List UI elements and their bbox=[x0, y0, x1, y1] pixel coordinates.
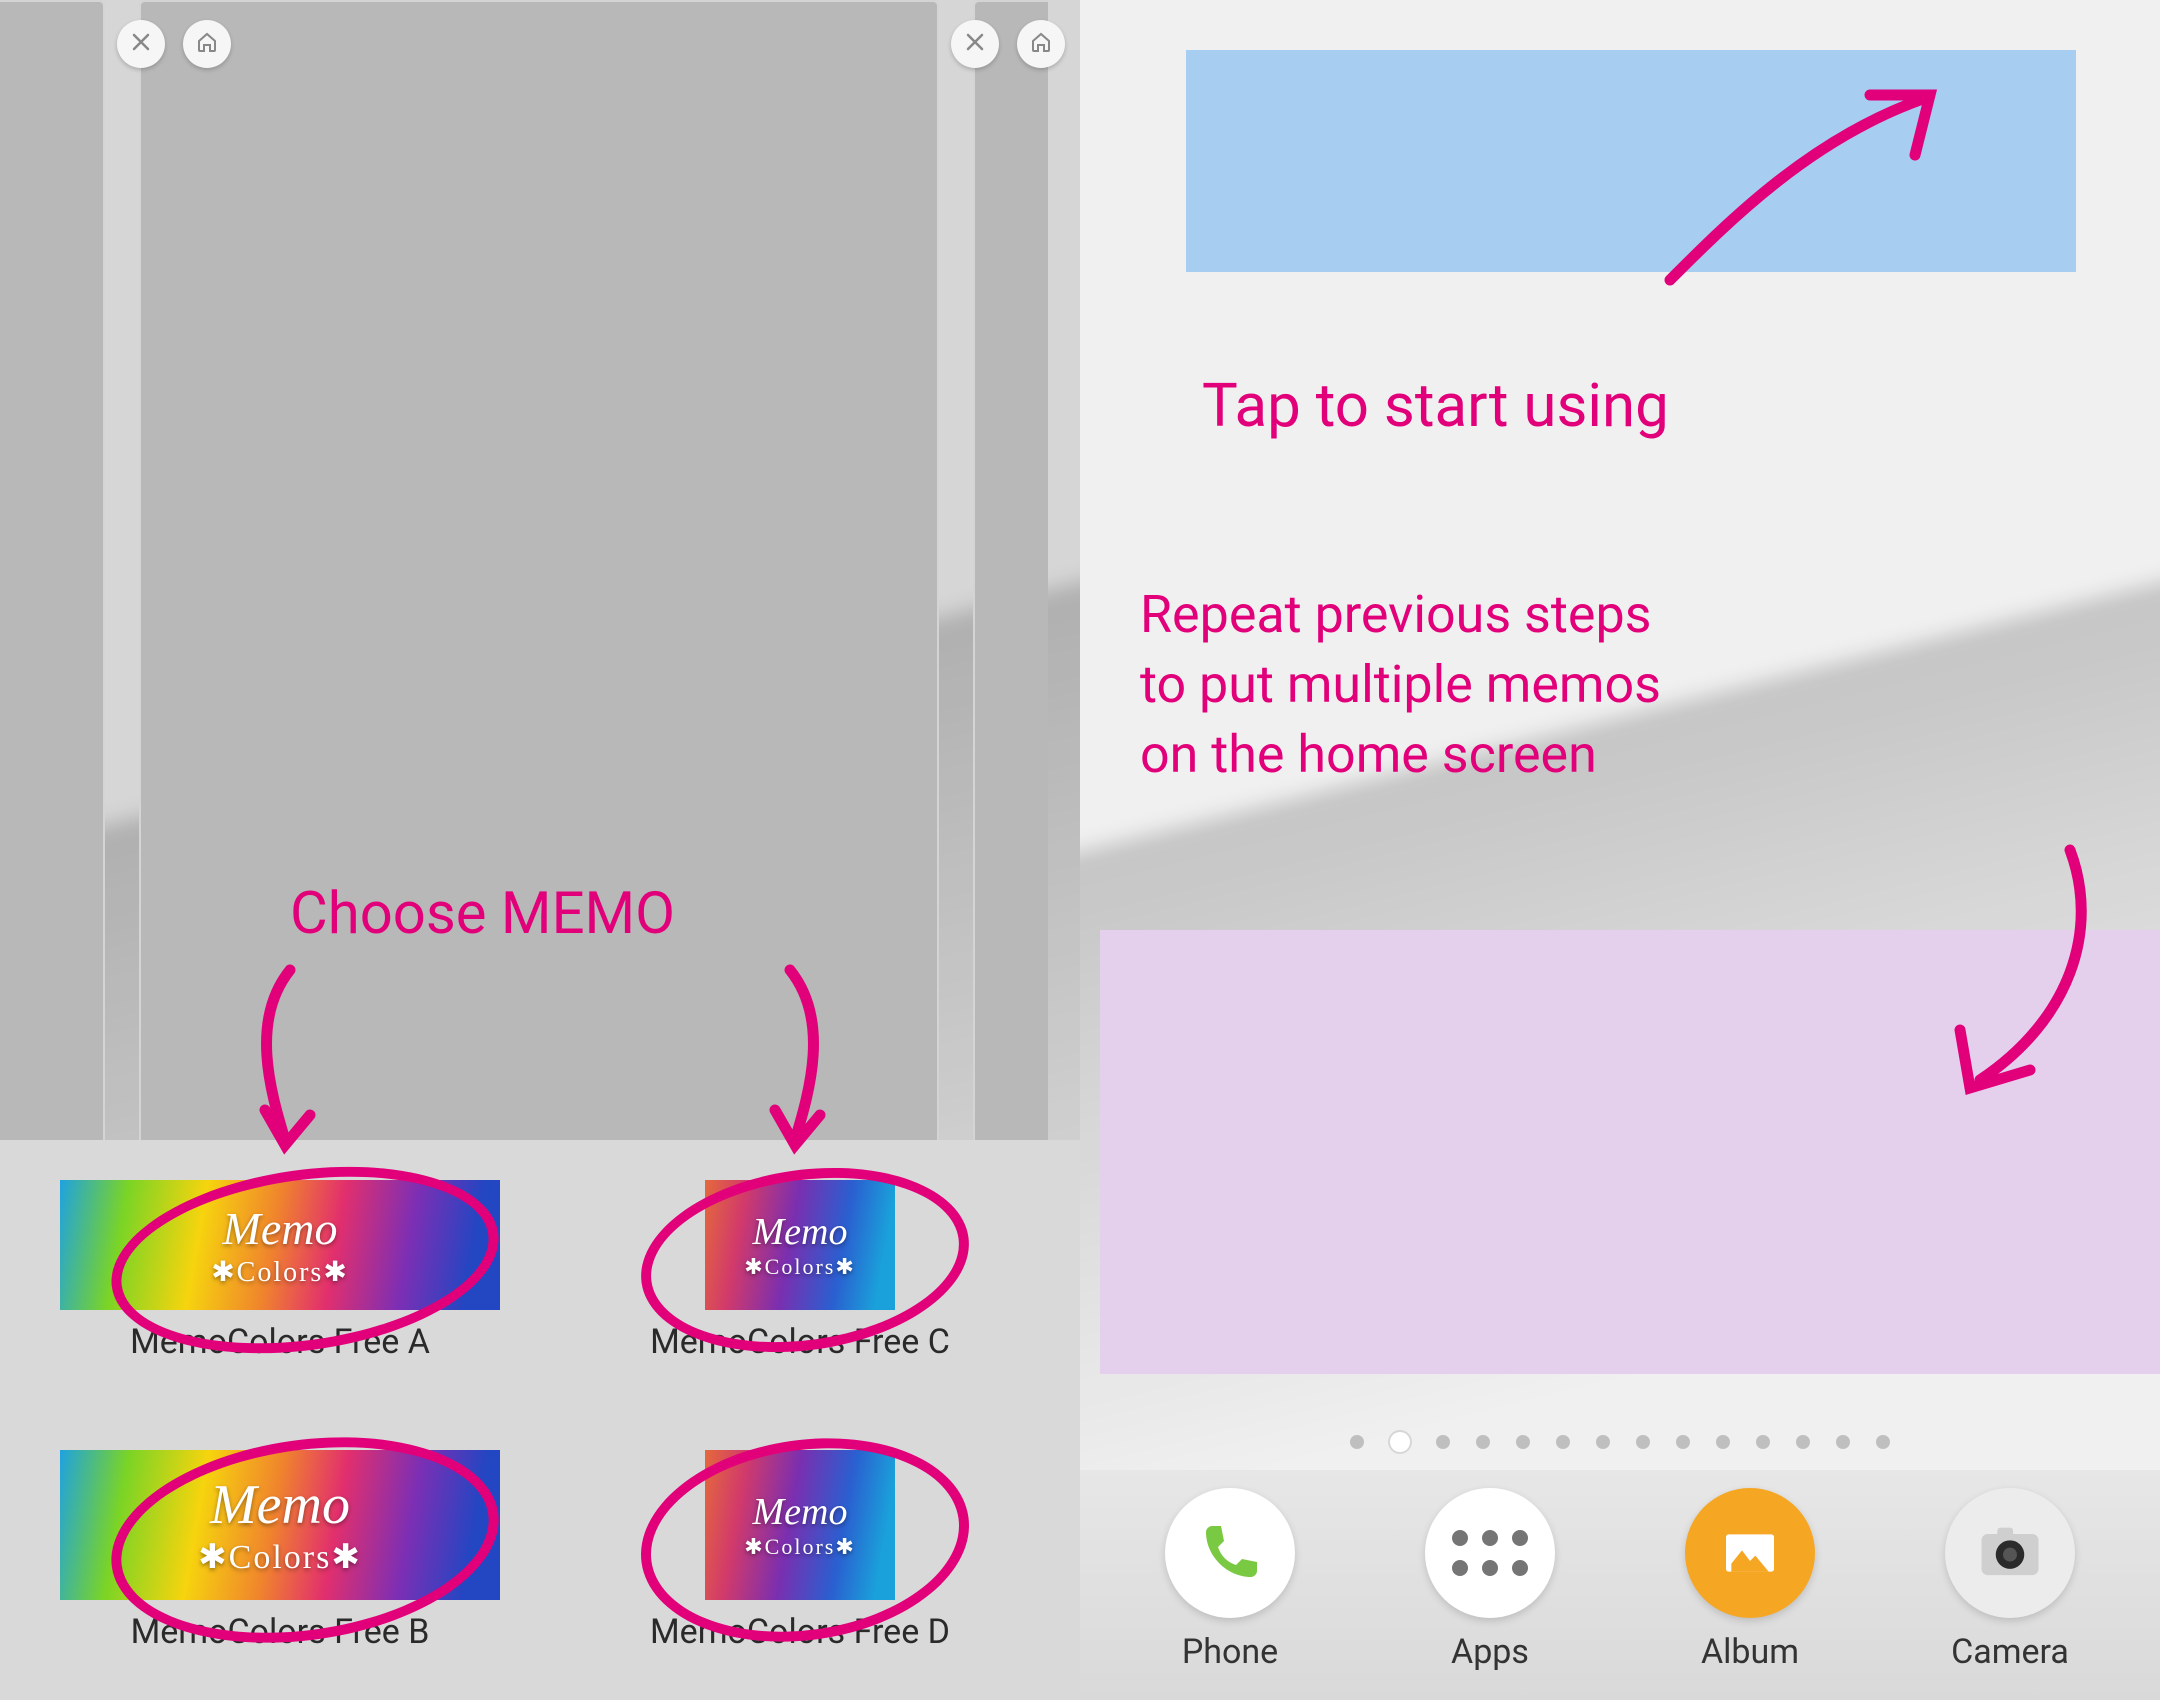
page-dot[interactable] bbox=[1876, 1435, 1890, 1449]
widget-label: MemoColors Free C bbox=[650, 1322, 950, 1362]
set-default-page-button[interactable] bbox=[1017, 20, 1065, 68]
widget-option-a[interactable]: Memo ✱Colors✱ MemoColors Free A bbox=[30, 1180, 530, 1420]
widget-label: MemoColors Free B bbox=[131, 1612, 430, 1652]
home-icon bbox=[195, 30, 219, 58]
widget-picker-screen: Memo ✱Colors✱ MemoColors Free A Memo ✱Co… bbox=[0, 0, 1080, 1700]
dock-item-phone[interactable]: Phone bbox=[1165, 1488, 1295, 1672]
page-dot[interactable] bbox=[1836, 1435, 1850, 1449]
widget-preview: Memo ✱Colors✱ bbox=[705, 1450, 895, 1600]
widget-option-c[interactable]: Memo ✱Colors✱ MemoColors Free C bbox=[550, 1180, 1050, 1420]
memo-badge: Memo ✱Colors✱ bbox=[60, 1180, 500, 1310]
annotation-repeat: Repeat previous steps to put multiple me… bbox=[1140, 580, 1661, 791]
annotation-tap: Tap to start using bbox=[1202, 370, 1669, 441]
page-dot[interactable] bbox=[1516, 1435, 1530, 1449]
arrow-down-icon bbox=[730, 960, 850, 1160]
remove-page-button[interactable] bbox=[951, 20, 999, 68]
dock-label: Phone bbox=[1182, 1632, 1278, 1672]
memo-badge-line1: Memo bbox=[753, 1490, 848, 1534]
close-icon bbox=[129, 30, 153, 58]
memo-badge-line1: Memo bbox=[210, 1473, 350, 1537]
album-icon bbox=[1685, 1488, 1815, 1618]
memo-badge-line1: Memo bbox=[753, 1210, 848, 1254]
page-dot[interactable] bbox=[1556, 1435, 1570, 1449]
page-thumb-prev[interactable] bbox=[0, 0, 105, 1150]
page-dot[interactable] bbox=[1716, 1435, 1730, 1449]
widget-gallery: Memo ✱Colors✱ MemoColors Free A Memo ✱Co… bbox=[0, 1140, 1080, 1700]
widget-preview: Memo ✱Colors✱ bbox=[705, 1180, 895, 1310]
page-indicator[interactable] bbox=[1080, 1435, 2160, 1452]
memo-badge-line2: ✱Colors✱ bbox=[744, 1534, 856, 1560]
dock-label: Album bbox=[1701, 1632, 1799, 1672]
memo-badge-line2: ✱Colors✱ bbox=[744, 1254, 856, 1280]
widget-label: MemoColors Free D bbox=[650, 1612, 950, 1652]
widget-preview: Memo ✱Colors✱ bbox=[60, 1180, 500, 1310]
dock: Phone Apps Album Camera bbox=[1080, 1470, 2160, 1700]
arrow-up-right-icon bbox=[1640, 70, 1960, 300]
page-dot[interactable] bbox=[1390, 1432, 1410, 1452]
page-dot[interactable] bbox=[1676, 1435, 1690, 1449]
widget-option-d[interactable]: Memo ✱Colors✱ MemoColors Free D bbox=[550, 1450, 1050, 1690]
home-icon bbox=[1029, 30, 1053, 58]
memo-badge: Memo ✱Colors✱ bbox=[705, 1180, 895, 1310]
page-dot[interactable] bbox=[1436, 1435, 1450, 1449]
homescreen-pages-row bbox=[0, 0, 1080, 1150]
widget-option-b[interactable]: Memo ✱Colors✱ MemoColors Free B bbox=[30, 1450, 530, 1690]
close-icon bbox=[963, 30, 987, 58]
page-dot[interactable] bbox=[1596, 1435, 1610, 1449]
page-dot[interactable] bbox=[1476, 1435, 1490, 1449]
page-thumb-next[interactable] bbox=[973, 0, 1048, 1150]
arrow-down-right-icon bbox=[1870, 830, 2130, 1110]
memo-badge: Memo ✱Colors✱ bbox=[705, 1450, 895, 1600]
page-dot[interactable] bbox=[1796, 1435, 1810, 1449]
arrow-down-icon bbox=[230, 960, 350, 1160]
memo-badge-line2: ✱Colors✱ bbox=[198, 1537, 362, 1577]
widget-label: MemoColors Free A bbox=[130, 1322, 430, 1362]
dock-label: Apps bbox=[1451, 1632, 1529, 1672]
set-default-page-button[interactable] bbox=[183, 20, 231, 68]
phone-icon bbox=[1165, 1488, 1295, 1618]
apps-icon bbox=[1425, 1488, 1555, 1618]
widget-preview: Memo ✱Colors✱ bbox=[60, 1450, 500, 1600]
memo-badge: Memo ✱Colors✱ bbox=[60, 1450, 500, 1600]
dock-label: Camera bbox=[1951, 1632, 2069, 1672]
page-dot[interactable] bbox=[1350, 1435, 1364, 1449]
memo-badge-line2: ✱Colors✱ bbox=[211, 1255, 349, 1289]
dock-item-album[interactable]: Album bbox=[1685, 1488, 1815, 1672]
camera-icon bbox=[1945, 1488, 2075, 1618]
remove-page-button[interactable] bbox=[117, 20, 165, 68]
page-dot[interactable] bbox=[1756, 1435, 1770, 1449]
dock-item-camera[interactable]: Camera bbox=[1945, 1488, 2075, 1672]
home-screen: Tap to start using Repeat previous steps… bbox=[1080, 0, 2160, 1700]
page-dot[interactable] bbox=[1636, 1435, 1650, 1449]
dock-item-apps[interactable]: Apps bbox=[1425, 1488, 1555, 1672]
memo-badge-line1: Memo bbox=[223, 1202, 338, 1255]
